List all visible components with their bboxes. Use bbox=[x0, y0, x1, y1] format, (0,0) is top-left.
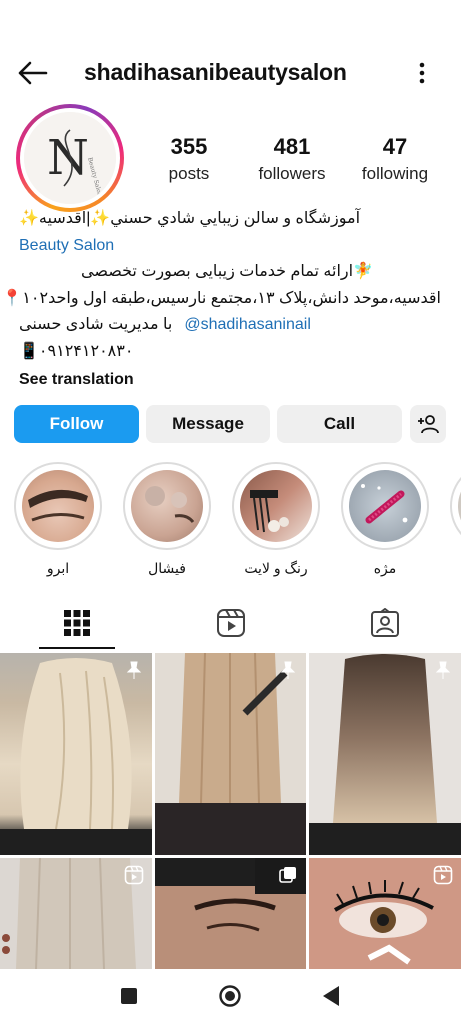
pin-icon bbox=[435, 661, 451, 679]
reels-icon[interactable] bbox=[216, 608, 246, 638]
avatar-story-ring[interactable]: N Beauty Salon bbox=[16, 104, 124, 212]
posts-grid bbox=[0, 653, 461, 969]
post-thumbnail[interactable] bbox=[0, 653, 152, 855]
mention-link[interactable]: @shadihasaninail bbox=[184, 312, 311, 339]
highlight-lashes[interactable]: مژه bbox=[341, 462, 429, 577]
bio-address: اقدسیه،موحد دانش،پلاک ۱۳،مجتمع نارسیس،طب… bbox=[2, 289, 441, 307]
facial-photo bbox=[145, 486, 195, 523]
lash-brush-photo bbox=[361, 484, 408, 524]
story-highlights: ابرو فیشال رنگ و لایت مژه bbox=[0, 462, 461, 577]
follow-button[interactable]: Follow bbox=[14, 405, 139, 443]
highlight-facial[interactable]: فیشال bbox=[123, 462, 211, 577]
post-thumbnail[interactable] bbox=[309, 858, 461, 969]
bio-management-text: با مدیریت شادی حسنی bbox=[19, 316, 173, 333]
phone-icon: 📱 bbox=[19, 342, 39, 360]
highlight-partial[interactable] bbox=[450, 462, 461, 550]
followers-label: followers bbox=[258, 164, 326, 183]
pin-icon bbox=[126, 661, 142, 679]
home-icon[interactable] bbox=[219, 985, 241, 1007]
carousel-icon bbox=[279, 867, 296, 883]
active-tab-indicator bbox=[39, 647, 115, 649]
ombre-hair-photo bbox=[309, 653, 461, 855]
posts-label: posts bbox=[168, 164, 210, 183]
bio-title: آموزشگاه و سالن زيبايي شادي حسني✨|اقدسیه… bbox=[19, 210, 361, 227]
system-navigation-bar bbox=[0, 970, 461, 1024]
highlight-color-light[interactable]: رنگ و لایت bbox=[232, 462, 320, 577]
stat-followers[interactable]: 481 followers bbox=[252, 134, 332, 184]
highlight-eyebrow[interactable]: ابرو bbox=[14, 462, 102, 577]
arrow-left-icon[interactable] bbox=[16, 60, 48, 86]
following-count: 47 bbox=[382, 134, 408, 159]
call-button[interactable]: Call bbox=[277, 405, 402, 443]
bio-services: 🧚ارائه تمام خدمات زیبایی بصورت تخصصی bbox=[81, 263, 373, 280]
post-thumbnail[interactable] bbox=[155, 653, 306, 855]
following-label: following bbox=[361, 164, 429, 183]
hair-color-photo bbox=[250, 490, 289, 533]
grid-icon[interactable] bbox=[62, 608, 92, 638]
phone-number: ۰۹۱۲۴۱۲۰۸۳۰ bbox=[38, 342, 134, 360]
message-button[interactable]: Message bbox=[146, 405, 270, 443]
highlight-label: ابرو bbox=[46, 560, 70, 576]
blonde-hair-photo bbox=[0, 658, 152, 855]
followers-count: 481 bbox=[273, 134, 311, 159]
highlight-label: فیشال bbox=[148, 560, 186, 576]
post-thumbnail[interactable] bbox=[0, 858, 152, 969]
reel-icon bbox=[124, 865, 144, 885]
recent-apps-icon[interactable] bbox=[121, 988, 137, 1004]
bio-phone[interactable]: 📱۰۹۱۲۴۱۲۰۸۳۰ bbox=[19, 339, 444, 366]
posts-count: 355 bbox=[170, 134, 208, 159]
profile-header: shadihasanibeautysalon bbox=[0, 50, 461, 96]
stat-posts[interactable]: 355 posts bbox=[160, 134, 218, 184]
action-buttons: Follow Message Call bbox=[14, 405, 446, 443]
post-thumbnail[interactable] bbox=[155, 858, 306, 969]
add-user-button[interactable] bbox=[410, 405, 446, 443]
profile-bio: آموزشگاه و سالن زيبايي شادي حسني✨|اقدسیه… bbox=[2, 206, 444, 394]
straight-hair-photo bbox=[155, 653, 306, 855]
tagged-icon[interactable] bbox=[370, 608, 400, 638]
back-triangle-icon[interactable] bbox=[322, 985, 340, 1007]
see-translation-link[interactable]: See translation bbox=[19, 367, 444, 394]
salon-logo-icon: N Beauty Salon bbox=[24, 112, 116, 204]
profile-username: shadihasanibeautysalon bbox=[84, 59, 347, 85]
highlight-label: رنگ و لایت bbox=[244, 560, 308, 576]
post-thumbnail[interactable] bbox=[309, 653, 461, 855]
add-user-icon bbox=[418, 415, 439, 434]
avatar: N Beauty Salon bbox=[24, 112, 116, 204]
bio-management: با مدیریت شادی حسنی @shadihasaninail bbox=[19, 312, 394, 339]
profile-tabs bbox=[0, 600, 461, 650]
reel-icon bbox=[433, 865, 453, 885]
svg-text:N: N bbox=[47, 130, 89, 186]
pin-icon bbox=[280, 661, 296, 679]
eyebrow-photo bbox=[28, 489, 88, 522]
highlight-label: مژه bbox=[373, 560, 397, 576]
bio-category-link[interactable]: Beauty Salon bbox=[19, 233, 444, 260]
stat-following[interactable]: 47 following bbox=[355, 134, 435, 184]
more-vertical-icon[interactable] bbox=[414, 60, 430, 86]
